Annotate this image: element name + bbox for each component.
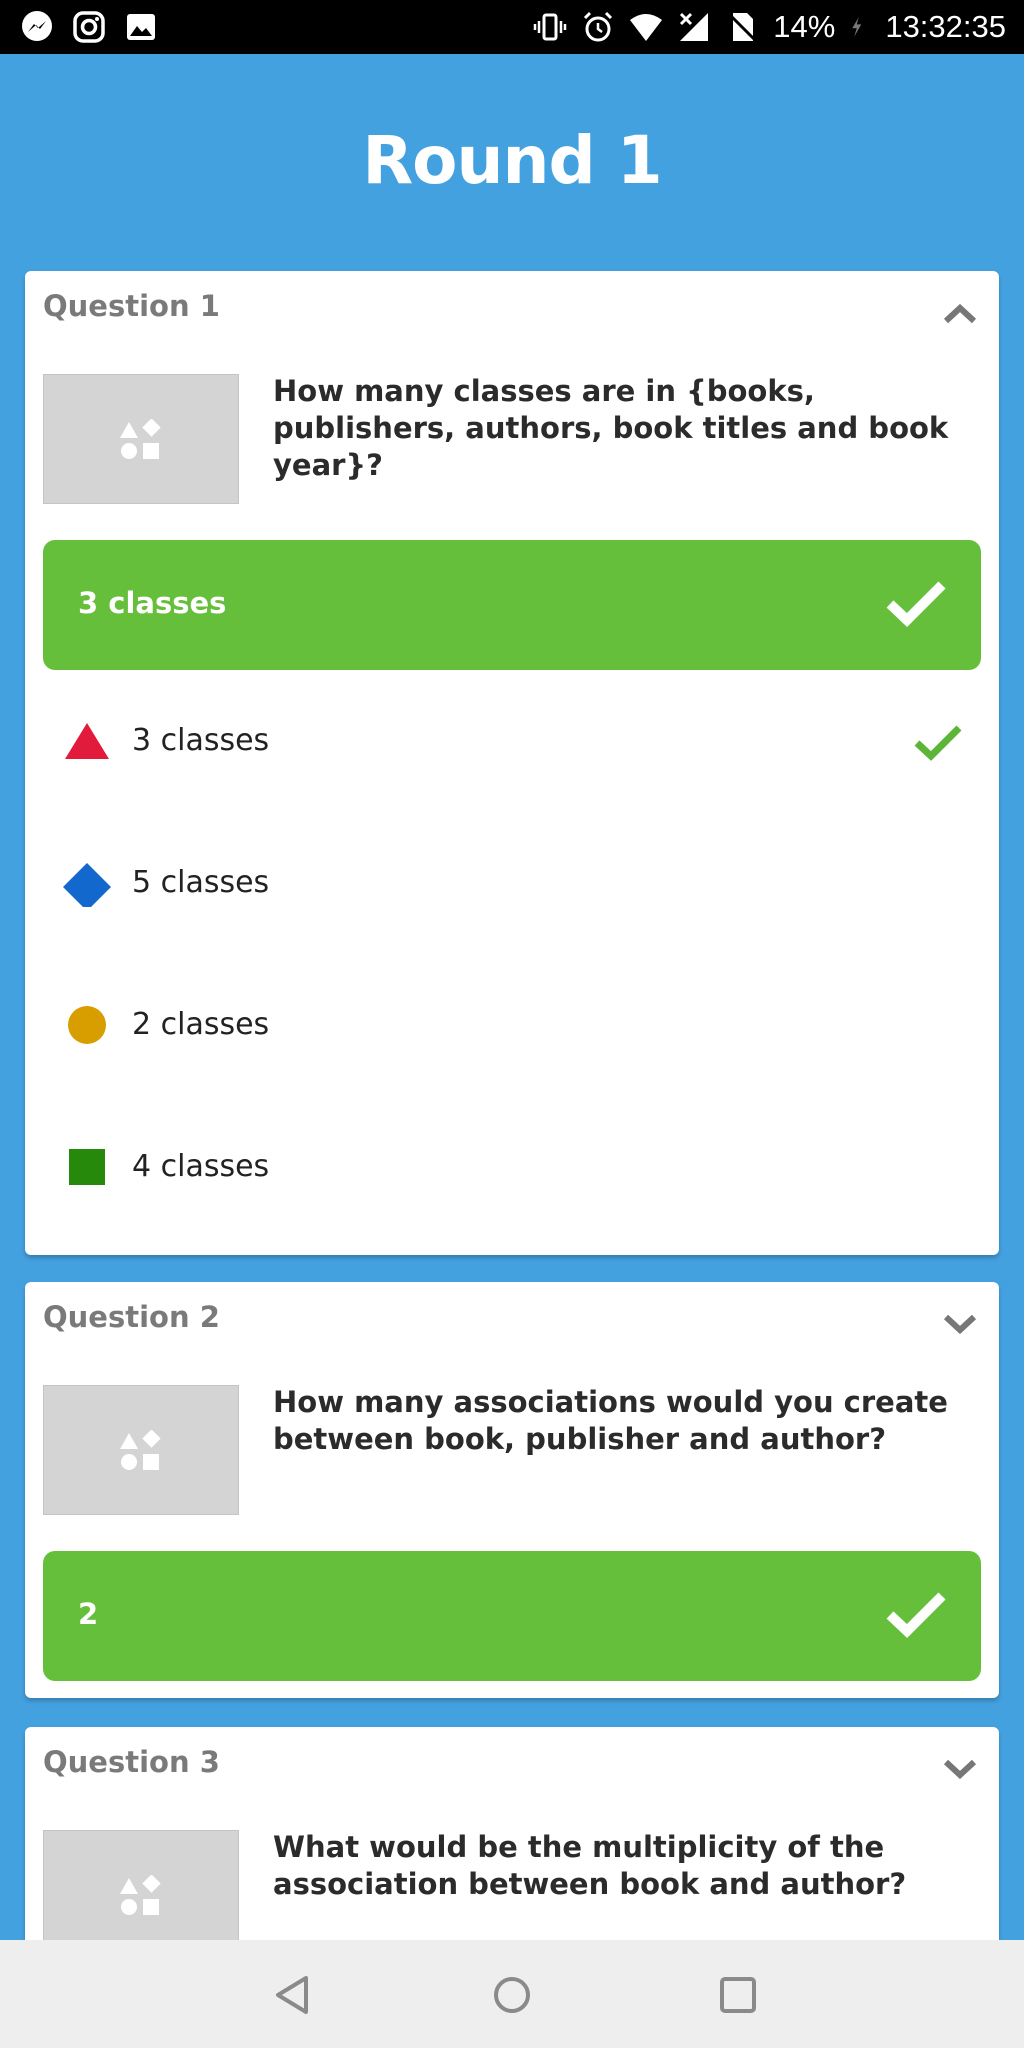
shapes-icon <box>120 1430 161 1470</box>
alarm-icon <box>584 11 613 42</box>
check-icon <box>886 581 946 627</box>
round-title: Round 1 <box>362 122 662 199</box>
no-sim-icon <box>729 13 758 43</box>
navigation-bar <box>0 1940 1024 2048</box>
messenger-icon <box>22 11 52 41</box>
question-text: How many associations would you create b… <box>273 1385 948 1456</box>
chevron-down-icon[interactable] <box>943 1312 977 1336</box>
question-text: What would be the multiplicity of the as… <box>273 1830 907 1901</box>
clock: 13:32:35 <box>885 9 1006 44</box>
correct-answer-bar: 2 <box>43 1551 981 1681</box>
back-icon[interactable] <box>268 1970 318 2020</box>
correct-check-icon <box>914 725 962 761</box>
answer-option: 4 classes <box>43 1117 981 1217</box>
wifi-icon <box>630 14 663 41</box>
question-card-2[interactable]: Question 2 How many associations would y… <box>25 1282 999 1698</box>
question-image-placeholder <box>43 1385 239 1515</box>
question-label: Question 1 <box>43 289 220 323</box>
question-text: How many classes are in {books, publishe… <box>273 374 949 482</box>
answer-option: 3 classes <box>43 691 981 791</box>
shapes-icon <box>120 419 161 459</box>
correct-answer-bar: 3 classes <box>43 540 981 670</box>
option-label: 2 classes <box>132 1007 270 1042</box>
question-card-1: Question 1 How many classes are in {book… <box>25 271 999 1255</box>
charging-icon <box>852 17 862 37</box>
correct-answer-text: 3 classes <box>78 586 227 620</box>
question-card-3[interactable]: Question 3 What would be the multiplicit… <box>25 1727 999 1967</box>
option-label: 4 classes <box>132 1149 270 1184</box>
battery-percent: 14% <box>773 9 836 44</box>
answer-option: 5 classes <box>43 833 981 933</box>
instagram-icon <box>73 11 105 43</box>
recents-icon[interactable] <box>713 1970 763 2020</box>
option-label: 5 classes <box>132 865 270 900</box>
triangle-icon <box>65 723 109 759</box>
diamond-icon <box>63 863 111 907</box>
correct-answer-text: 2 <box>78 1597 99 1631</box>
shapes-icon <box>120 1875 161 1915</box>
signal-icon <box>680 12 709 41</box>
status-bar: 14% 13:32:35 <box>0 0 1024 54</box>
circle-icon <box>68 1006 106 1044</box>
gallery-icon <box>127 14 155 40</box>
vibrate-icon <box>534 13 567 41</box>
answer-option: 2 classes <box>43 975 981 1075</box>
chevron-up-icon[interactable] <box>943 301 977 325</box>
question-label: Question 3 <box>43 1745 220 1779</box>
square-icon <box>69 1149 105 1185</box>
home-icon[interactable] <box>487 1970 537 2020</box>
question-label: Question 2 <box>43 1300 220 1334</box>
chevron-down-icon[interactable] <box>943 1757 977 1781</box>
question-image-placeholder <box>43 374 239 504</box>
option-label: 3 classes <box>132 723 270 758</box>
check-icon <box>886 1592 946 1638</box>
